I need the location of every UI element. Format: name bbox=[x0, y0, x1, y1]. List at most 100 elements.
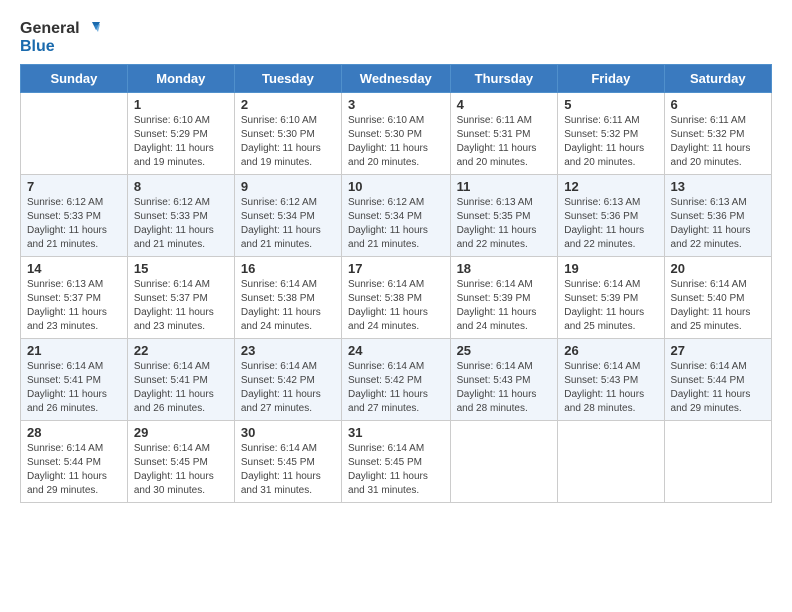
day-number: 30 bbox=[241, 425, 335, 440]
day-info: Sunrise: 6:14 AM Sunset: 5:37 PM Dayligh… bbox=[134, 278, 228, 334]
day-info: Sunrise: 6:14 AM Sunset: 5:44 PM Dayligh… bbox=[27, 442, 121, 498]
day-header-monday: Monday bbox=[127, 65, 234, 93]
day-number: 26 bbox=[564, 343, 657, 358]
calendar-cell: 26 Sunrise: 6:14 AM Sunset: 5:43 PM Dayli… bbox=[558, 339, 664, 421]
day-header-sunday: Sunday bbox=[21, 65, 128, 93]
day-number: 29 bbox=[134, 425, 228, 440]
day-info: Sunrise: 6:13 AM Sunset: 5:35 PM Dayligh… bbox=[457, 196, 552, 252]
day-info: Sunrise: 6:12 AM Sunset: 5:33 PM Dayligh… bbox=[27, 196, 121, 252]
day-info: Sunrise: 6:11 AM Sunset: 5:32 PM Dayligh… bbox=[564, 114, 657, 170]
day-number: 10 bbox=[348, 179, 444, 194]
day-info: Sunrise: 6:14 AM Sunset: 5:42 PM Dayligh… bbox=[241, 360, 335, 416]
day-header-thursday: Thursday bbox=[450, 65, 558, 93]
logo-bird-icon bbox=[82, 20, 100, 38]
day-info: Sunrise: 6:14 AM Sunset: 5:42 PM Dayligh… bbox=[348, 360, 444, 416]
calendar-cell: 29 Sunrise: 6:14 AM Sunset: 5:45 PM Dayli… bbox=[127, 421, 234, 503]
week-row-4: 21 Sunrise: 6:14 AM Sunset: 5:41 PM Dayli… bbox=[21, 339, 772, 421]
calendar-cell: 3 Sunrise: 6:10 AM Sunset: 5:30 PM Daylig… bbox=[342, 93, 451, 175]
day-number: 17 bbox=[348, 261, 444, 276]
calendar-cell: 13Sunrise: 6:13 AM Sunset: 5:36 PM Dayli… bbox=[664, 175, 771, 257]
day-number: 15 bbox=[134, 261, 228, 276]
week-row-2: 7 Sunrise: 6:12 AM Sunset: 5:33 PM Daylig… bbox=[21, 175, 772, 257]
calendar-cell: 7 Sunrise: 6:12 AM Sunset: 5:33 PM Daylig… bbox=[21, 175, 128, 257]
day-info: Sunrise: 6:10 AM Sunset: 5:29 PM Dayligh… bbox=[134, 114, 228, 170]
logo-blue: Blue bbox=[20, 38, 55, 56]
calendar-cell: 23 Sunrise: 6:14 AM Sunset: 5:42 PM Dayli… bbox=[234, 339, 341, 421]
calendar-cell: 24 Sunrise: 6:14 AM Sunset: 5:42 PM Dayli… bbox=[342, 339, 451, 421]
calendar-cell: 22 Sunrise: 6:14 AM Sunset: 5:41 PM Dayli… bbox=[127, 339, 234, 421]
day-number: 7 bbox=[27, 179, 121, 194]
week-row-3: 14 Sunrise: 6:13 AM Sunset: 5:37 PM Dayli… bbox=[21, 257, 772, 339]
calendar-cell: 5 Sunrise: 6:11 AM Sunset: 5:32 PM Daylig… bbox=[558, 93, 664, 175]
day-header-saturday: Saturday bbox=[664, 65, 771, 93]
day-info: Sunrise: 6:14 AM Sunset: 5:45 PM Dayligh… bbox=[134, 442, 228, 498]
day-info: Sunrise: 6:14 AM Sunset: 5:44 PM Dayligh… bbox=[671, 360, 765, 416]
day-number: 20 bbox=[671, 261, 765, 276]
logo: General Blue bbox=[20, 20, 100, 56]
day-number: 1 bbox=[134, 97, 228, 112]
day-info: Sunrise: 6:10 AM Sunset: 5:30 PM Dayligh… bbox=[348, 114, 444, 170]
day-number: 21 bbox=[27, 343, 121, 358]
day-info: Sunrise: 6:14 AM Sunset: 5:38 PM Dayligh… bbox=[241, 278, 335, 334]
day-number: 3 bbox=[348, 97, 444, 112]
day-info: Sunrise: 6:12 AM Sunset: 5:34 PM Dayligh… bbox=[241, 196, 335, 252]
calendar-cell: 17 Sunrise: 6:14 AM Sunset: 5:38 PM Dayli… bbox=[342, 257, 451, 339]
logo-text-block: General Blue bbox=[20, 20, 100, 56]
day-info: Sunrise: 6:14 AM Sunset: 5:43 PM Dayligh… bbox=[564, 360, 657, 416]
logo-general: General bbox=[20, 20, 80, 38]
calendar-cell bbox=[21, 93, 128, 175]
calendar-cell: 8Sunrise: 6:12 AM Sunset: 5:33 PM Daylig… bbox=[127, 175, 234, 257]
calendar-cell: 31 Sunrise: 6:14 AM Sunset: 5:45 PM Dayli… bbox=[342, 421, 451, 503]
day-number: 16 bbox=[241, 261, 335, 276]
day-info: Sunrise: 6:14 AM Sunset: 5:45 PM Dayligh… bbox=[348, 442, 444, 498]
calendar-cell bbox=[664, 421, 771, 503]
day-header-wednesday: Wednesday bbox=[342, 65, 451, 93]
day-number: 13 bbox=[671, 179, 765, 194]
day-number: 4 bbox=[457, 97, 552, 112]
day-header-friday: Friday bbox=[558, 65, 664, 93]
day-info: Sunrise: 6:13 AM Sunset: 5:36 PM Dayligh… bbox=[564, 196, 657, 252]
day-info: Sunrise: 6:12 AM Sunset: 5:34 PM Dayligh… bbox=[348, 196, 444, 252]
calendar-cell: 1 Sunrise: 6:10 AM Sunset: 5:29 PM Daylig… bbox=[127, 93, 234, 175]
day-number: 24 bbox=[348, 343, 444, 358]
day-info: Sunrise: 6:14 AM Sunset: 5:39 PM Dayligh… bbox=[564, 278, 657, 334]
day-number: 14 bbox=[27, 261, 121, 276]
day-number: 2 bbox=[241, 97, 335, 112]
day-info: Sunrise: 6:14 AM Sunset: 5:38 PM Dayligh… bbox=[348, 278, 444, 334]
week-row-5: 28Sunrise: 6:14 AM Sunset: 5:44 PM Dayli… bbox=[21, 421, 772, 503]
calendar-cell: 21 Sunrise: 6:14 AM Sunset: 5:41 PM Dayli… bbox=[21, 339, 128, 421]
day-info: Sunrise: 6:10 AM Sunset: 5:30 PM Dayligh… bbox=[241, 114, 335, 170]
calendar-header-row: SundayMondayTuesdayWednesdayThursdayFrid… bbox=[21, 65, 772, 93]
calendar-cell: 20 Sunrise: 6:14 AM Sunset: 5:40 PM Dayli… bbox=[664, 257, 771, 339]
day-info: Sunrise: 6:13 AM Sunset: 5:37 PM Dayligh… bbox=[27, 278, 121, 334]
day-number: 25 bbox=[457, 343, 552, 358]
day-number: 19 bbox=[564, 261, 657, 276]
day-number: 11 bbox=[457, 179, 552, 194]
calendar-cell: 19 Sunrise: 6:14 AM Sunset: 5:39 PM Dayli… bbox=[558, 257, 664, 339]
calendar-cell: 2 Sunrise: 6:10 AM Sunset: 5:30 PM Daylig… bbox=[234, 93, 341, 175]
day-info: Sunrise: 6:14 AM Sunset: 5:41 PM Dayligh… bbox=[134, 360, 228, 416]
page-header: General Blue bbox=[20, 20, 772, 56]
day-number: 18 bbox=[457, 261, 552, 276]
calendar-cell: 15 Sunrise: 6:14 AM Sunset: 5:37 PM Dayli… bbox=[127, 257, 234, 339]
day-info: Sunrise: 6:14 AM Sunset: 5:41 PM Dayligh… bbox=[27, 360, 121, 416]
calendar-cell: 14 Sunrise: 6:13 AM Sunset: 5:37 PM Dayli… bbox=[21, 257, 128, 339]
day-info: Sunrise: 6:12 AM Sunset: 5:33 PM Dayligh… bbox=[134, 196, 228, 252]
day-number: 22 bbox=[134, 343, 228, 358]
calendar-cell: 12Sunrise: 6:13 AM Sunset: 5:36 PM Dayli… bbox=[558, 175, 664, 257]
calendar-cell bbox=[558, 421, 664, 503]
day-number: 23 bbox=[241, 343, 335, 358]
calendar-cell: 18Sunrise: 6:14 AM Sunset: 5:39 PM Dayli… bbox=[450, 257, 558, 339]
day-number: 5 bbox=[564, 97, 657, 112]
day-info: Sunrise: 6:14 AM Sunset: 5:40 PM Dayligh… bbox=[671, 278, 765, 334]
calendar-cell: 11 Sunrise: 6:13 AM Sunset: 5:35 PM Dayli… bbox=[450, 175, 558, 257]
calendar-cell: 30Sunrise: 6:14 AM Sunset: 5:45 PM Dayli… bbox=[234, 421, 341, 503]
day-number: 31 bbox=[348, 425, 444, 440]
day-number: 27 bbox=[671, 343, 765, 358]
day-info: Sunrise: 6:11 AM Sunset: 5:32 PM Dayligh… bbox=[671, 114, 765, 170]
calendar-cell: 25 Sunrise: 6:14 AM Sunset: 5:43 PM Dayli… bbox=[450, 339, 558, 421]
calendar-cell bbox=[450, 421, 558, 503]
calendar-cell: 10 Sunrise: 6:12 AM Sunset: 5:34 PM Dayli… bbox=[342, 175, 451, 257]
calendar-cell: 4Sunrise: 6:11 AM Sunset: 5:31 PM Daylig… bbox=[450, 93, 558, 175]
day-info: Sunrise: 6:14 AM Sunset: 5:43 PM Dayligh… bbox=[457, 360, 552, 416]
